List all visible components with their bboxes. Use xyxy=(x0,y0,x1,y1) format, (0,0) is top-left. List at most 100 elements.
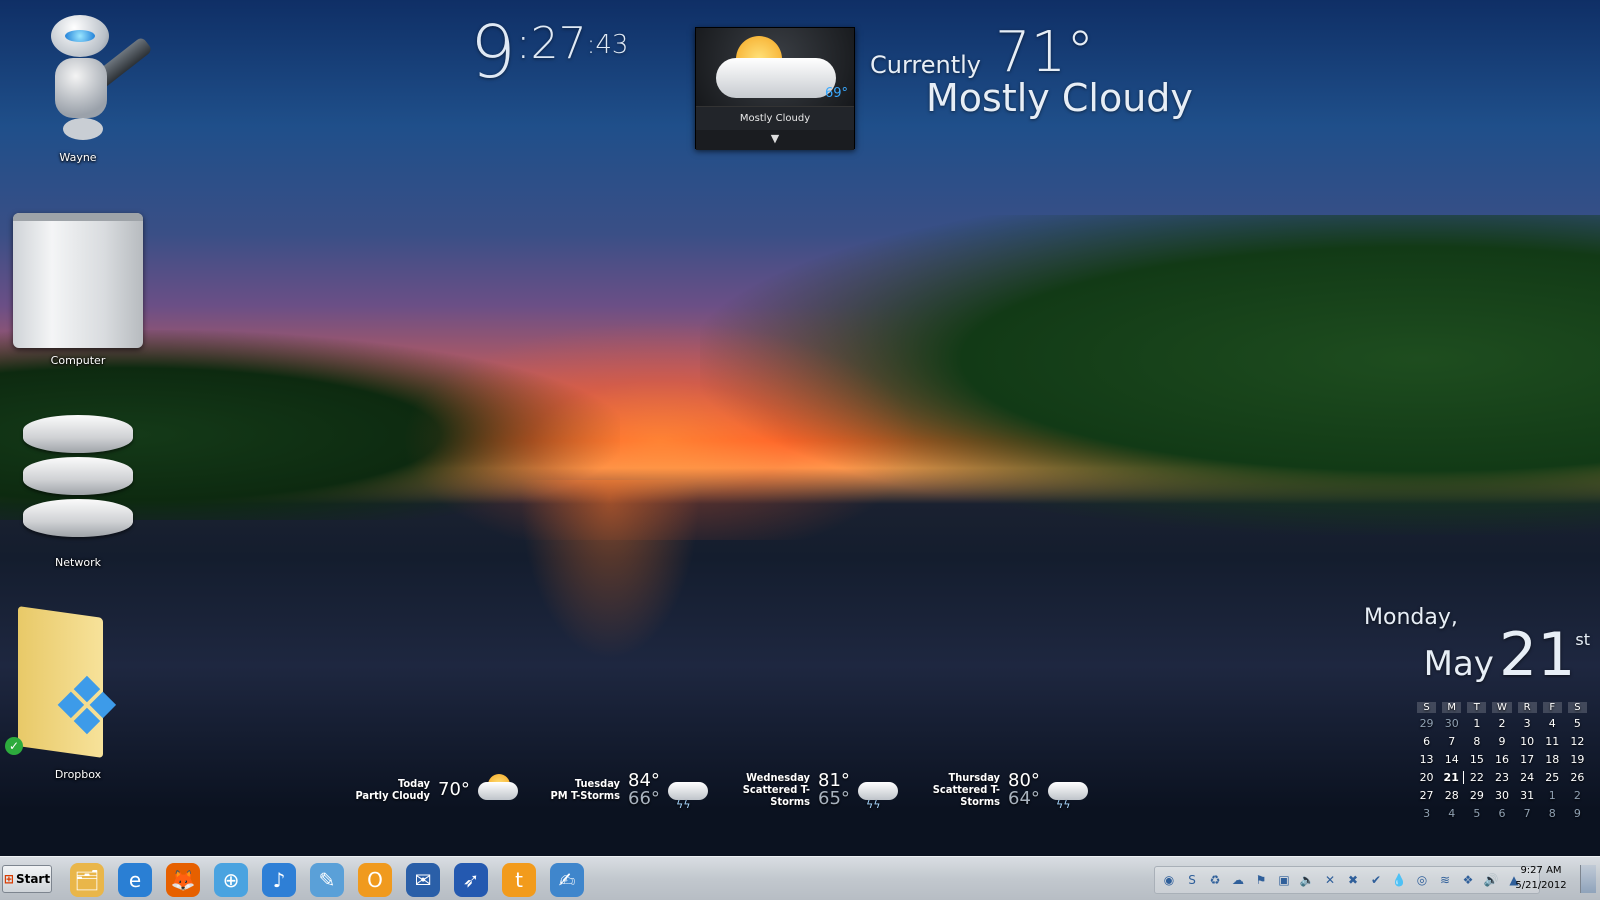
cross-tray-icon[interactable]: ✖ xyxy=(1343,871,1363,889)
calendar-day: 23 xyxy=(1494,771,1509,784)
expand-arrow-icon[interactable]: ▼ xyxy=(696,130,854,150)
thunderstorm-icon: ϟϟ xyxy=(852,772,900,811)
taskbar-date: 5/21/2012 xyxy=(1515,880,1567,891)
calendar-day: 31 xyxy=(1520,789,1535,802)
dropbox-folder-icon: ❖ ✓ xyxy=(5,606,143,762)
desktop-icon-label: Network xyxy=(55,556,101,569)
dropbox-tray-icon[interactable]: ❖ xyxy=(1458,871,1478,889)
system-tray: ◉ S ♻ ☁ ⚑ ▣ 🔈 ✕ ✖ ✔ 💧 ◎ ≋ ❖ 🔊 ▲ xyxy=(1154,866,1540,894)
notepad-icon[interactable]: ✎ xyxy=(310,863,344,897)
calendar-day: 8 xyxy=(1548,807,1556,820)
calendar-weekday-header: S xyxy=(1567,702,1587,713)
calendar-day: 19 xyxy=(1570,753,1585,766)
desktop-icon-network[interactable]: Network xyxy=(3,415,153,569)
taskbar: ⊞ Start 🗂 e 🦊 ⊕ ♪ ✎ O ✉ ➶ t ✍ ◉ S ♻ ☁ ⚑ ▣ 🔈 ✕ ✖ ✔ 💧 ◎ ≋ ❖ 🔊 ▲ 9:27… xyxy=(0,856,1600,900)
calendar-day: 6 xyxy=(1498,807,1506,820)
forecast-low: 66° xyxy=(628,788,660,809)
gadget-condition: Mostly Cloudy xyxy=(696,106,854,130)
calendar-weekday-header: T xyxy=(1467,702,1487,713)
file-explorer-icon[interactable]: 🗂 xyxy=(70,863,104,897)
internet-explorer-icon[interactable]: e xyxy=(118,863,152,897)
calendar-day: 30 xyxy=(1494,789,1509,802)
cloud-tray-icon[interactable]: ☁ xyxy=(1228,871,1248,889)
calendar-day: 26 xyxy=(1570,771,1585,784)
rocket-app-icon[interactable]: ➶ xyxy=(454,863,488,897)
calendar-day: 5 xyxy=(1473,807,1481,820)
day-suffix: st xyxy=(1575,630,1590,649)
windows-flag-icon: ⊞ xyxy=(3,872,14,886)
drop-tray-icon[interactable]: 💧 xyxy=(1389,871,1409,889)
desktop-icon-dropbox[interactable]: ❖ ✓ Dropbox xyxy=(3,606,153,781)
firefox-icon[interactable]: 🦊 xyxy=(166,863,200,897)
edit-notes-icon[interactable]: ✍ xyxy=(550,863,584,897)
volume-tray-icon[interactable]: 🔈 xyxy=(1297,871,1317,889)
calendar-weekday-header: W xyxy=(1492,702,1512,713)
calendar-day: 2 xyxy=(1498,717,1506,730)
monitor-tray-icon[interactable]: ▣ xyxy=(1274,871,1294,889)
itunes-icon[interactable]: ♪ xyxy=(262,863,296,897)
calendar-header: SMTWRFS xyxy=(1414,702,1590,713)
calendar-day: 30 xyxy=(1444,717,1459,730)
flag-tray-icon[interactable]: ⚑ xyxy=(1251,871,1271,889)
calendar-day: 21 xyxy=(1439,771,1465,784)
weather-gadget[interactable]: 69° Mostly Cloudy ▼ xyxy=(695,27,855,150)
calendar-day: 13 xyxy=(1419,753,1434,766)
calendar-day: 11 xyxy=(1545,735,1560,748)
speaker-tray-icon[interactable]: 🔊 xyxy=(1481,871,1501,889)
forecast-condition: PM T-Storms xyxy=(550,789,620,802)
shuffle-tray-icon[interactable]: ✕ xyxy=(1320,871,1340,889)
calendar-day: 15 xyxy=(1469,753,1484,766)
forecast-high: 70° xyxy=(438,779,470,800)
globe-tray-icon[interactable]: ◉ xyxy=(1159,871,1179,889)
clock-widget: 9:27:43 xyxy=(470,10,628,94)
calendar-day: 25 xyxy=(1545,771,1560,784)
gadget-temp: 69° xyxy=(824,86,848,101)
forecast-day: Today Partly Cloudy 70° xyxy=(330,772,520,808)
calendar-weekday-header: F xyxy=(1542,702,1562,713)
taskbar-clock[interactable]: 9:27 AM 5/21/2012 xyxy=(1506,863,1576,893)
currently-label: Currently xyxy=(870,51,982,79)
calendar-day: 28 xyxy=(1444,789,1459,802)
calendar-day: 12 xyxy=(1570,735,1585,748)
forecast-condition: Scattered T-Storms xyxy=(742,783,810,808)
calendar-weekday-header: S xyxy=(1417,702,1437,713)
check-tray-icon[interactable]: ✔ xyxy=(1366,871,1386,889)
thunderbird-icon[interactable]: ✉ xyxy=(406,863,440,897)
calendar-weekday-header: R xyxy=(1517,702,1537,713)
forecast-strip: Today Partly Cloudy 70° Tuesday PM T-Storm… xyxy=(330,772,1090,811)
tumblr-icon[interactable]: t xyxy=(502,863,536,897)
desktop-icon-wayne[interactable]: Wayne xyxy=(3,10,153,164)
skype-tray-icon[interactable]: S xyxy=(1182,871,1202,889)
calendar-day: 9 xyxy=(1573,807,1581,820)
water-reflection xyxy=(520,480,700,660)
safari-icon[interactable]: ⊕ xyxy=(214,863,248,897)
show-desktop-button[interactable] xyxy=(1580,865,1596,893)
calendar-day: 7 xyxy=(1523,807,1531,820)
clock-hour: 9 xyxy=(470,10,516,94)
calendar-day: 5 xyxy=(1573,717,1581,730)
calendar-day: 24 xyxy=(1520,771,1535,784)
outlook-icon[interactable]: O xyxy=(358,863,392,897)
forecast-low: 65° xyxy=(818,788,850,809)
calendar-day: 8 xyxy=(1473,735,1481,748)
quick-launch-bar: 🗂 e 🦊 ⊕ ♪ ✎ O ✉ ➶ t ✍ xyxy=(70,863,584,897)
start-button[interactable]: ⊞ Start xyxy=(2,865,52,893)
clock-second: :43 xyxy=(586,30,629,60)
chrome-tray-icon[interactable]: ◎ xyxy=(1412,871,1432,889)
calendar-weekday-header: M xyxy=(1442,702,1462,713)
recycle-tray-icon[interactable]: ♻ xyxy=(1205,871,1225,889)
clock-minute: :27 xyxy=(515,18,587,69)
calendar-day: 4 xyxy=(1548,717,1556,730)
network-drives-icon xyxy=(18,415,138,550)
desktop-icon-label: Wayne xyxy=(59,151,97,164)
calendar-day: 16 xyxy=(1494,753,1509,766)
desktop-icon-label: Dropbox xyxy=(54,768,102,781)
thunderstorm-icon: ϟϟ xyxy=(1042,772,1090,811)
month-label: May xyxy=(1423,644,1494,684)
calendar-day: 17 xyxy=(1520,753,1535,766)
network-tray-icon[interactable]: ≋ xyxy=(1435,871,1455,889)
desktop-icon-computer[interactable]: Computer xyxy=(3,213,153,367)
date-widget: Monday, May 21st xyxy=(1350,605,1590,685)
calendar-day: 2 xyxy=(1573,789,1581,802)
day-number: 21 xyxy=(1499,620,1576,690)
